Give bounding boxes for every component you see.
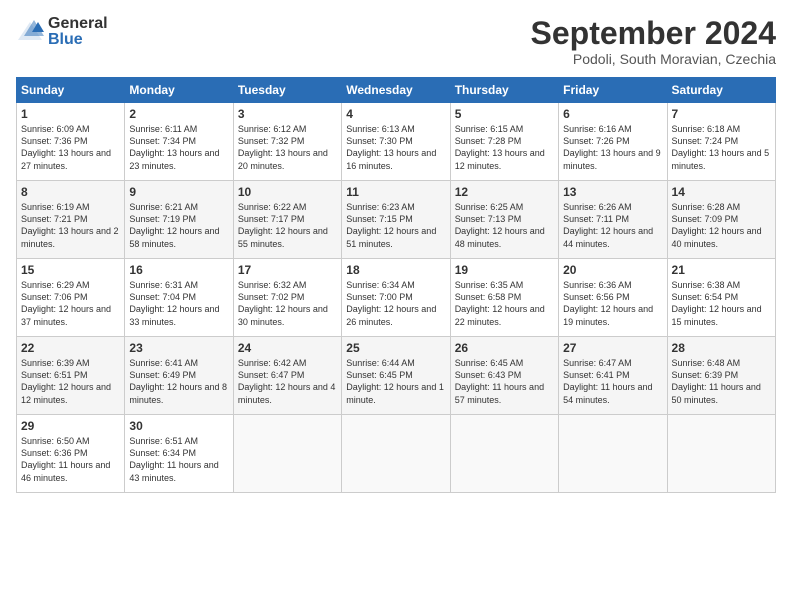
calendar-cell-12: 12Sunrise: 6:25 AM Sunset: 7:13 PM Dayli… xyxy=(450,181,558,259)
calendar-week-2: 15Sunrise: 6:29 AM Sunset: 7:06 PM Dayli… xyxy=(17,259,776,337)
header-day-thursday: Thursday xyxy=(450,78,558,103)
calendar-week-1: 8Sunrise: 6:19 AM Sunset: 7:21 PM Daylig… xyxy=(17,181,776,259)
header-day-wednesday: Wednesday xyxy=(342,78,450,103)
calendar-cell-13: 13Sunrise: 6:26 AM Sunset: 7:11 PM Dayli… xyxy=(559,181,667,259)
calendar-cell-14: 14Sunrise: 6:28 AM Sunset: 7:09 PM Dayli… xyxy=(667,181,775,259)
calendar-cell-empty xyxy=(667,415,775,493)
calendar-body: 1Sunrise: 6:09 AM Sunset: 7:36 PM Daylig… xyxy=(17,103,776,493)
header-day-saturday: Saturday xyxy=(667,78,775,103)
calendar-cell-8: 8Sunrise: 6:19 AM Sunset: 7:21 PM Daylig… xyxy=(17,181,125,259)
calendar-cell-empty xyxy=(559,415,667,493)
calendar-cell-5: 5Sunrise: 6:15 AM Sunset: 7:28 PM Daylig… xyxy=(450,103,558,181)
calendar-cell-10: 10Sunrise: 6:22 AM Sunset: 7:17 PM Dayli… xyxy=(233,181,341,259)
calendar-cell-9: 9Sunrise: 6:21 AM Sunset: 7:19 PM Daylig… xyxy=(125,181,233,259)
calendar-cell-2: 2Sunrise: 6:11 AM Sunset: 7:34 PM Daylig… xyxy=(125,103,233,181)
calendar-cell-18: 18Sunrise: 6:34 AM Sunset: 7:00 PM Dayli… xyxy=(342,259,450,337)
calendar-cell-empty xyxy=(233,415,341,493)
calendar-cell-17: 17Sunrise: 6:32 AM Sunset: 7:02 PM Dayli… xyxy=(233,259,341,337)
location: Podoli, South Moravian, Czechia xyxy=(531,51,776,67)
header-day-friday: Friday xyxy=(559,78,667,103)
calendar-cell-25: 25Sunrise: 6:44 AM Sunset: 6:45 PM Dayli… xyxy=(342,337,450,415)
logo: General Blue xyxy=(16,16,108,48)
calendar-week-3: 22Sunrise: 6:39 AM Sunset: 6:51 PM Dayli… xyxy=(17,337,776,415)
header-day-tuesday: Tuesday xyxy=(233,78,341,103)
calendar-cell-30: 30Sunrise: 6:51 AM Sunset: 6:34 PM Dayli… xyxy=(125,415,233,493)
calendar-cell-24: 24Sunrise: 6:42 AM Sunset: 6:47 PM Dayli… xyxy=(233,337,341,415)
calendar-cell-1: 1Sunrise: 6:09 AM Sunset: 7:36 PM Daylig… xyxy=(17,103,125,181)
calendar-cell-15: 15Sunrise: 6:29 AM Sunset: 7:06 PM Dayli… xyxy=(17,259,125,337)
calendar-cell-16: 16Sunrise: 6:31 AM Sunset: 7:04 PM Dayli… xyxy=(125,259,233,337)
calendar-cell-3: 3Sunrise: 6:12 AM Sunset: 7:32 PM Daylig… xyxy=(233,103,341,181)
calendar-cell-11: 11Sunrise: 6:23 AM Sunset: 7:15 PM Dayli… xyxy=(342,181,450,259)
calendar-cell-4: 4Sunrise: 6:13 AM Sunset: 7:30 PM Daylig… xyxy=(342,103,450,181)
calendar-cell-22: 22Sunrise: 6:39 AM Sunset: 6:51 PM Dayli… xyxy=(17,337,125,415)
calendar-cell-23: 23Sunrise: 6:41 AM Sunset: 6:49 PM Dayli… xyxy=(125,337,233,415)
logo-blue-text: Blue xyxy=(48,32,108,48)
calendar-cell-28: 28Sunrise: 6:48 AM Sunset: 6:39 PM Dayli… xyxy=(667,337,775,415)
header-day-monday: Monday xyxy=(125,78,233,103)
month-title: September 2024 xyxy=(531,16,776,51)
title-block: September 2024 Podoli, South Moravian, C… xyxy=(531,16,776,67)
calendar-header-row: SundayMondayTuesdayWednesdayThursdayFrid… xyxy=(17,78,776,103)
calendar-week-0: 1Sunrise: 6:09 AM Sunset: 7:36 PM Daylig… xyxy=(17,103,776,181)
calendar-cell-19: 19Sunrise: 6:35 AM Sunset: 6:58 PM Dayli… xyxy=(450,259,558,337)
calendar-cell-21: 21Sunrise: 6:38 AM Sunset: 6:54 PM Dayli… xyxy=(667,259,775,337)
logo-icon xyxy=(16,18,44,46)
calendar-cell-27: 27Sunrise: 6:47 AM Sunset: 6:41 PM Dayli… xyxy=(559,337,667,415)
header-day-sunday: Sunday xyxy=(17,78,125,103)
calendar-cell-6: 6Sunrise: 6:16 AM Sunset: 7:26 PM Daylig… xyxy=(559,103,667,181)
calendar-table: SundayMondayTuesdayWednesdayThursdayFrid… xyxy=(16,77,776,493)
calendar-cell-empty xyxy=(342,415,450,493)
calendar-week-4: 29Sunrise: 6:50 AM Sunset: 6:36 PM Dayli… xyxy=(17,415,776,493)
calendar-cell-29: 29Sunrise: 6:50 AM Sunset: 6:36 PM Dayli… xyxy=(17,415,125,493)
calendar-cell-7: 7Sunrise: 6:18 AM Sunset: 7:24 PM Daylig… xyxy=(667,103,775,181)
calendar-cell-empty xyxy=(450,415,558,493)
logo-general-text: General xyxy=(48,16,108,32)
calendar-cell-26: 26Sunrise: 6:45 AM Sunset: 6:43 PM Dayli… xyxy=(450,337,558,415)
calendar-cell-20: 20Sunrise: 6:36 AM Sunset: 6:56 PM Dayli… xyxy=(559,259,667,337)
